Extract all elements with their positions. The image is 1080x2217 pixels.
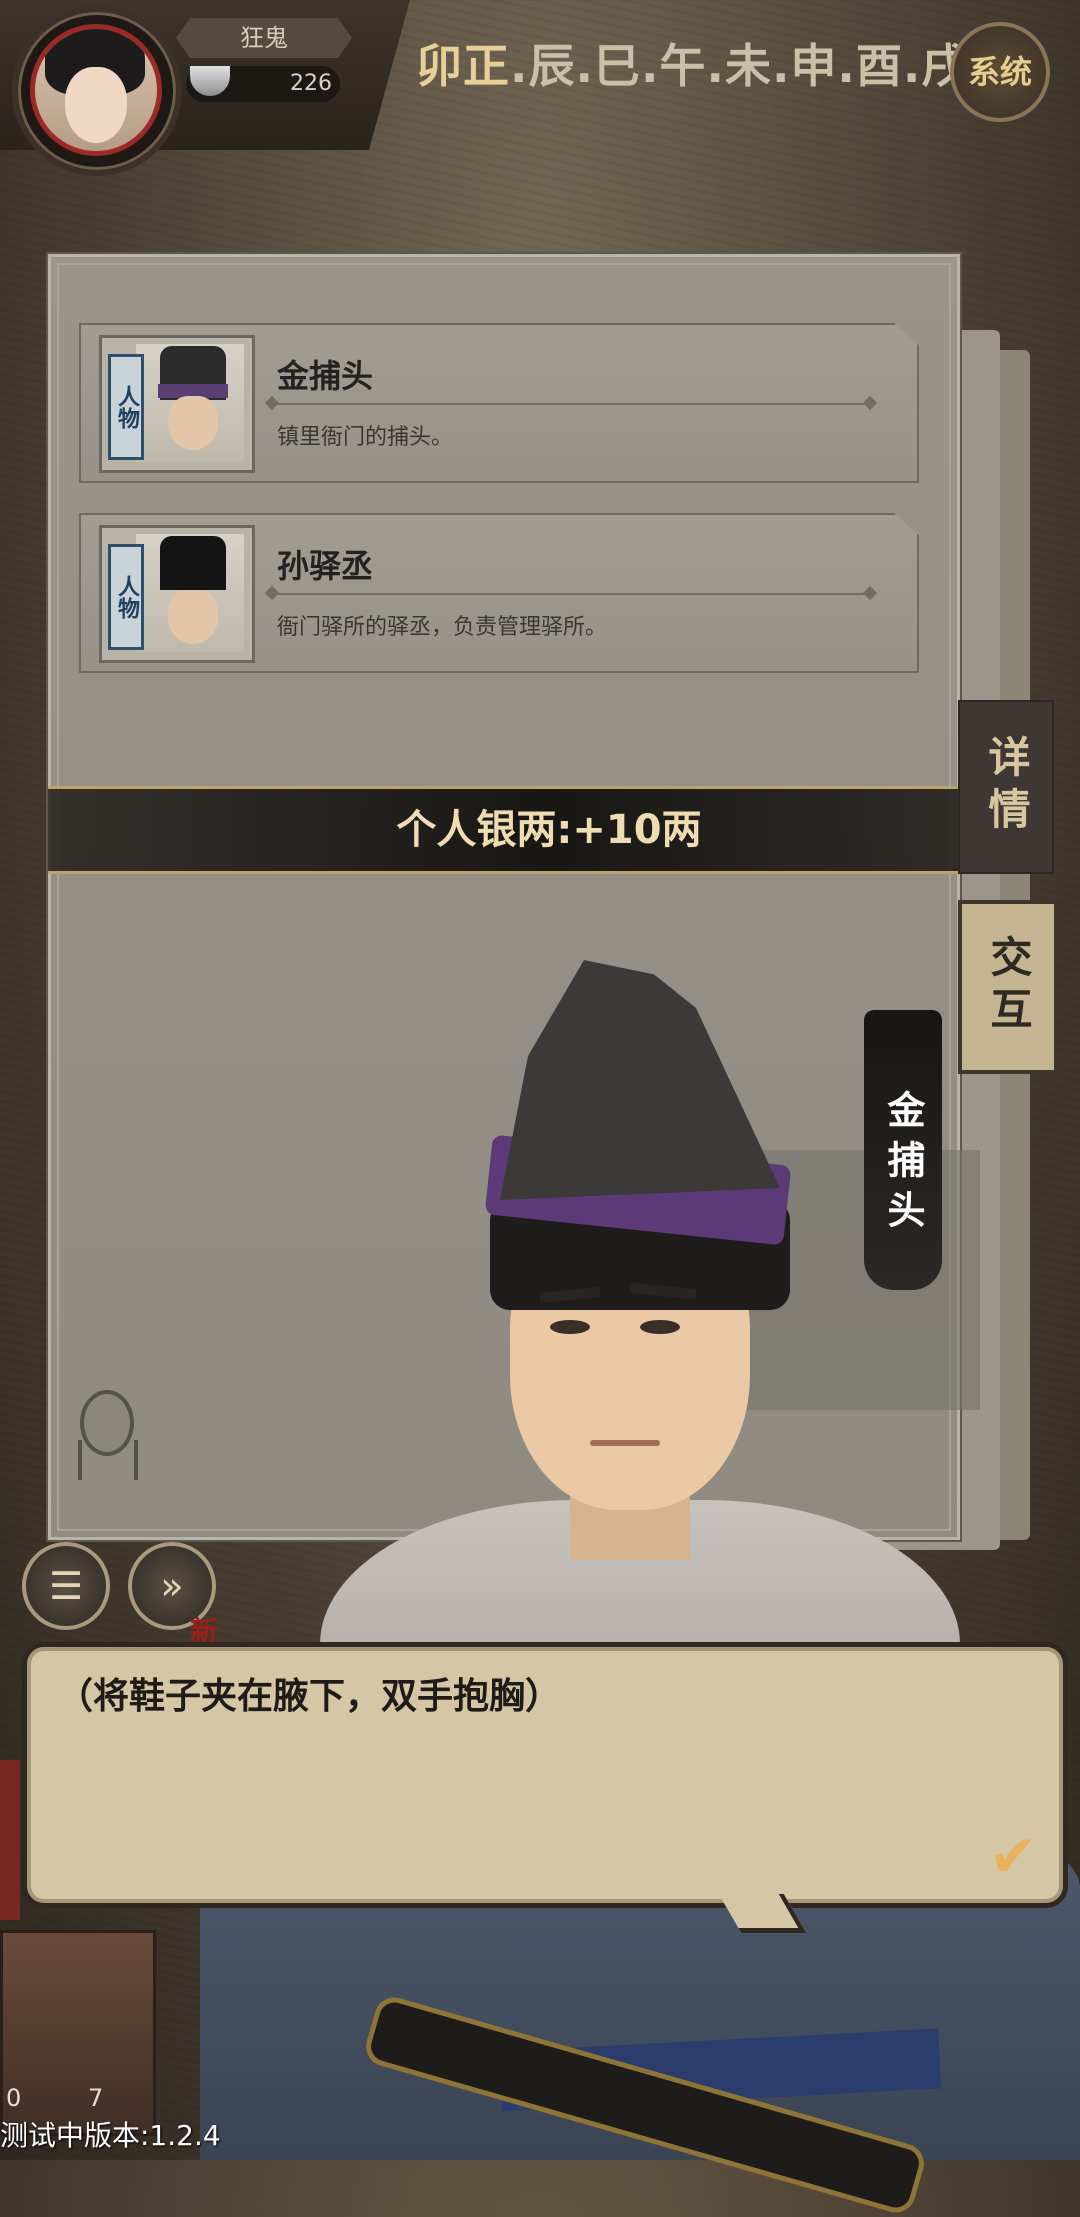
side-card-edge [0,1760,20,1920]
version-label: 测试中版本:1.2.4 [0,2119,221,2152]
confirm-check-icon[interactable]: ✔ [983,1827,1043,1885]
dialog-box[interactable]: （将鞋子夹在腋下，双手抱胸） ✔ [22,1642,1068,1908]
drum-stand [78,1440,138,1480]
divider [271,593,871,595]
dialog-text: （将鞋子夹在腋下，双手抱胸） [57,1676,562,1717]
log-icon: ☰ [48,1564,84,1608]
time-period-current: 卯 [416,39,463,93]
dialog-log-button[interactable]: ☰ [22,1542,110,1630]
character-card-sun[interactable]: 人物 孙驿丞 衙门驿所的驿丞，负责管理驿所。 [79,513,919,673]
location-thumbnail[interactable] [0,1930,156,2136]
player-avatar[interactable] [12,6,182,176]
character-thumbnail: 人物 [99,335,255,473]
divider [271,403,871,405]
reward-text: 个人银两:+10两 [396,807,702,853]
time-period-bar: 卯正.辰.巳.午.未.申.酉.戌 [416,39,969,93]
character-thumbnail: 人物 [99,525,255,663]
character-tag: 人物 [108,354,144,460]
system-button[interactable]: 系统 [950,22,1050,122]
avatar-portrait [30,24,162,156]
character-name: 金捕头 [277,357,374,395]
character-description: 衙门驿所的驿丞，负责管理驿所。 [277,615,608,640]
tab-detail[interactable]: 详情 [958,700,1054,874]
character-description: 镇里衙门的捕头。 [277,425,454,450]
stat-count-b: 7 [88,2084,104,2112]
speaker-name: 金捕头 [881,1090,925,1240]
character-card-jin[interactable]: 人物 金捕头 镇里衙门的捕头。 [79,323,919,483]
character-tag: 人物 [108,544,144,650]
reward-banner: 个人银两:+10两 [48,786,1050,874]
fast-forward-icon: » [160,1564,184,1608]
silver-amount: 226 [290,71,332,96]
speaker-name-plate: 金捕头 [864,1010,942,1290]
player-name: 狂鬼 [176,18,352,58]
character-name: 孙驿丞 [277,547,374,585]
stat-count-a: 0 [6,2084,22,2112]
